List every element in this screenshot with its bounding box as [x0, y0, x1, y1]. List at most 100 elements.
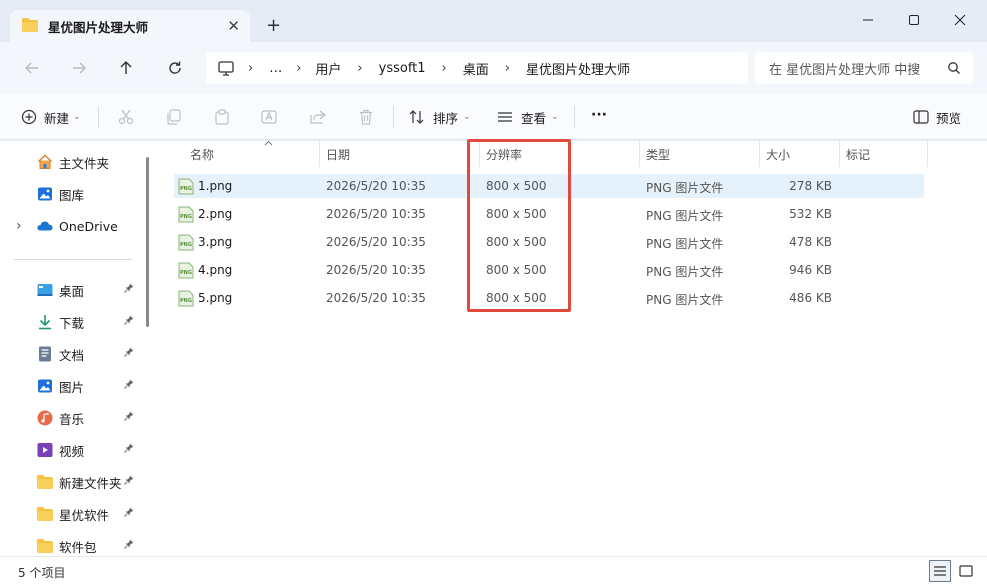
column-header-label: 分辨率: [486, 147, 523, 162]
monitor-icon: [218, 60, 234, 76]
pin-icon[interactable]: [124, 347, 134, 360]
sidebar-item-label: 图片: [59, 379, 85, 395]
folder-icon: [22, 17, 38, 35]
sidebar-item-software-packages[interactable]: 软件包: [0, 534, 150, 558]
sidebar-item-downloads[interactable]: 下载: [0, 310, 150, 334]
share-button[interactable]: [309, 108, 327, 126]
maximize-button[interactable]: [904, 10, 924, 30]
sidebar-item-label: OneDrive: [59, 218, 118, 234]
sort-button[interactable]: 排序 ⌄: [408, 106, 471, 128]
search-box[interactable]: 在 星优图片处理大师 中搜: [755, 52, 973, 84]
sidebar-scrollbar[interactable]: [146, 157, 149, 327]
pin-icon[interactable]: [124, 539, 134, 552]
delete-button[interactable]: [357, 108, 375, 126]
rename-button[interactable]: [260, 108, 278, 126]
breadcrumb-separator: ›: [248, 60, 254, 76]
pin-icon[interactable]: [124, 411, 134, 424]
file-name: 1.png: [198, 179, 233, 193]
trash-icon: [360, 109, 372, 125]
sidebar-item-gallery[interactable]: 图库: [0, 182, 150, 206]
tab-current[interactable]: 星优图片处理大师 ✕: [10, 10, 250, 42]
file-row[interactable]: PNG 4.png 2026/5/20 10:35 800 x 500 PNG …: [174, 258, 924, 282]
pin-icon[interactable]: [124, 443, 134, 456]
scissors-icon: [118, 109, 134, 125]
file-row[interactable]: PNG 5.png 2026/5/20 10:35 800 x 500 PNG …: [174, 286, 924, 310]
copy-button[interactable]: [165, 108, 183, 126]
home-icon: [37, 154, 53, 170]
sidebar-item-music[interactable]: 音乐: [0, 406, 150, 430]
file-resolution: 800 x 500: [486, 263, 547, 277]
column-header-name[interactable]: 名称: [174, 138, 320, 167]
sidebar-item-onedrive[interactable]: › OneDrive: [0, 214, 150, 238]
pin-icon[interactable]: [124, 507, 134, 520]
sidebar-item-pictures[interactable]: 图片: [0, 374, 150, 398]
column-header-resolution[interactable]: 分辨率: [480, 141, 640, 167]
sort-ascending-icon: [264, 138, 273, 149]
sidebar-item-xingyou-software[interactable]: 星优软件: [0, 502, 150, 526]
download-icon: [37, 314, 53, 330]
sidebar-item-home[interactable]: 主文件夹: [0, 150, 150, 174]
file-type: PNG 图片文件: [646, 265, 724, 279]
file-row[interactable]: PNG 2.png 2026/5/20 10:35 800 x 500 PNG …: [174, 202, 924, 226]
navigation-bar: › … › 用户 › yssoft1 › 桌面 › 星优图片处理大师 在 星优图…: [0, 42, 987, 94]
preview-button[interactable]: 预览: [913, 106, 961, 128]
file-row[interactable]: PNG 3.png 2026/5/20 10:35 800 x 500 PNG …: [174, 230, 924, 254]
more-options-button[interactable]: ···: [591, 104, 607, 126]
file-name: 2.png: [198, 207, 233, 221]
item-count: 5 个项目: [18, 566, 66, 580]
svg-text:PNG: PNG: [180, 186, 192, 192]
sidebar-item-documents[interactable]: 文档: [0, 342, 150, 366]
column-header-label: 名称: [190, 147, 215, 162]
breadcrumb-current-folder[interactable]: 星优图片处理大师: [526, 59, 630, 78]
sidebar-item-desktop[interactable]: 桌面: [0, 278, 150, 302]
address-bar[interactable]: › … › 用户 › yssoft1 › 桌面 › 星优图片处理大师: [206, 52, 748, 84]
file-resolution: 800 x 500: [486, 179, 547, 193]
close-tab-icon[interactable]: ✕: [227, 17, 240, 35]
expand-chevron-icon[interactable]: ›: [16, 218, 37, 234]
paste-button[interactable]: [213, 108, 231, 126]
rename-icon: [261, 110, 277, 124]
column-header-tags[interactable]: 标记: [840, 141, 928, 167]
new-tab-button[interactable]: +: [266, 15, 281, 36]
png-file-icon: PNG: [178, 234, 194, 251]
pin-icon[interactable]: [124, 475, 134, 488]
file-name: 5.png: [198, 291, 233, 305]
sidebar-item-label: 视频: [59, 443, 85, 459]
minimize-button[interactable]: [858, 10, 878, 30]
column-header-date[interactable]: 日期: [320, 141, 480, 167]
pin-icon[interactable]: [124, 379, 134, 392]
new-button[interactable]: 新建 ⌄: [21, 106, 81, 128]
column-header-label: 标记: [846, 147, 871, 162]
toolbar-divider: [98, 106, 99, 128]
desktop-icon: [37, 282, 53, 298]
sidebar-item-label: 音乐: [59, 411, 85, 427]
status-bar: 5 个项目: [0, 556, 987, 586]
file-date: 2026/5/20 10:35: [326, 235, 426, 249]
breadcrumb-users[interactable]: 用户: [315, 59, 341, 78]
file-size: 478 KB: [789, 235, 832, 249]
breadcrumb-desktop[interactable]: 桌面: [463, 59, 489, 78]
large-icons-view-button[interactable]: [955, 560, 977, 582]
view-button[interactable]: 查看 ⌄: [497, 106, 559, 128]
breadcrumb-yssoft1[interactable]: yssoft1: [379, 61, 426, 76]
search-icon[interactable]: [947, 61, 961, 78]
breadcrumb-overflow[interactable]: …: [269, 61, 282, 76]
pin-icon[interactable]: [124, 283, 134, 296]
sidebar-item-new-folder[interactable]: 新建文件夹: [0, 470, 150, 494]
forward-button[interactable]: [67, 56, 91, 80]
sidebar-item-label: 下载: [59, 315, 85, 331]
column-header-type[interactable]: 类型: [640, 141, 760, 167]
up-button[interactable]: [114, 56, 138, 80]
chevron-down-icon: ⌄: [551, 112, 559, 122]
file-row[interactable]: PNG 1.png 2026/5/20 10:35 800 x 500 PNG …: [174, 174, 924, 198]
cut-button[interactable]: [117, 108, 135, 126]
refresh-button[interactable]: [163, 56, 187, 80]
pin-icon[interactable]: [124, 315, 134, 328]
sidebar-item-videos[interactable]: 视频: [0, 438, 150, 462]
large-icons-view-icon: [959, 565, 973, 577]
video-icon: [37, 442, 53, 458]
close-window-button[interactable]: [950, 10, 970, 30]
details-view-button[interactable]: [929, 560, 951, 582]
back-button[interactable]: [20, 56, 44, 80]
column-header-size[interactable]: 大小: [760, 141, 840, 167]
